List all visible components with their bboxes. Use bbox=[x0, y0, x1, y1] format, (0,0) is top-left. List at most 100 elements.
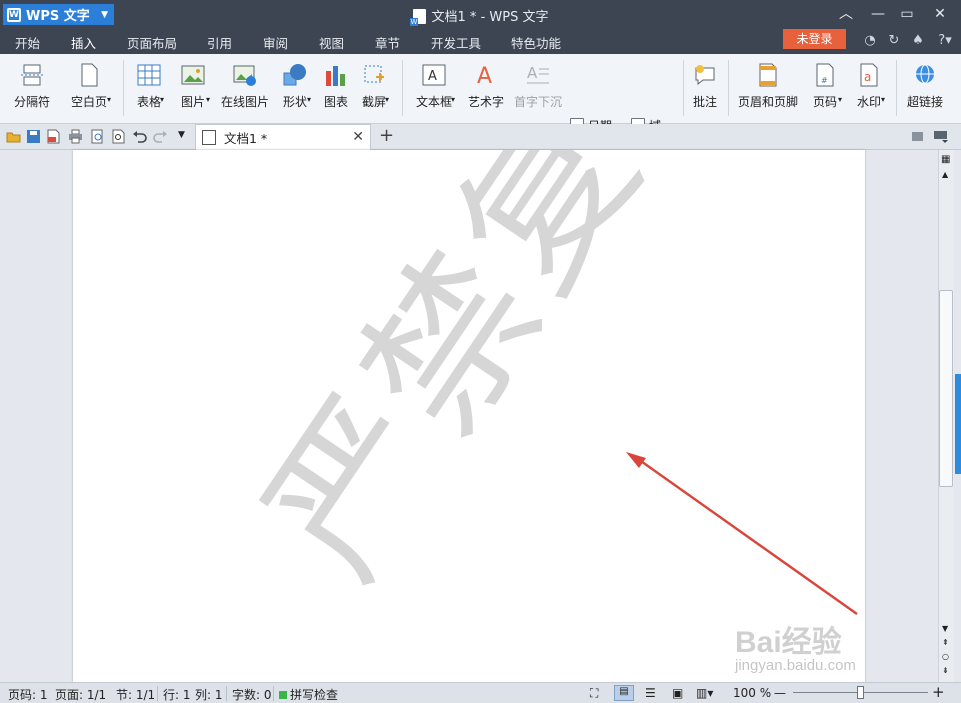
cloud-icon[interactable]: ◔ bbox=[862, 33, 878, 49]
print-preview-icon[interactable] bbox=[90, 129, 105, 144]
table-icon bbox=[137, 63, 161, 87]
status-column: 列: 1 bbox=[195, 688, 223, 702]
spell-check-toggle[interactable]: 拼写检查 bbox=[279, 686, 338, 703]
scrollbar-thumb[interactable] bbox=[939, 290, 953, 487]
zoom-level[interactable]: 100 % bbox=[733, 686, 771, 700]
blank-page-button[interactable]: 空白页 bbox=[64, 54, 114, 122]
tab-review[interactable]: 审阅 bbox=[263, 33, 288, 52]
scroll-down-icon[interactable]: ▼ bbox=[942, 624, 948, 633]
chevron-down-icon[interactable]: ▾ bbox=[881, 95, 885, 104]
ruler-toggle-icon[interactable]: ▦ bbox=[941, 154, 950, 165]
export-pdf-icon[interactable] bbox=[46, 129, 61, 144]
chevron-down-icon[interactable]: ▼ bbox=[178, 130, 185, 140]
tab-home[interactable]: 开始 bbox=[15, 33, 40, 52]
tab-special-features[interactable]: 特色功能 bbox=[511, 33, 561, 52]
header-footer-button[interactable]: 页眉和页脚 bbox=[736, 54, 800, 122]
chevron-down-icon[interactable]: ▾ bbox=[838, 95, 842, 104]
restore-doc-icon[interactable] bbox=[910, 129, 925, 144]
select-browse-icon[interactable]: ○ bbox=[942, 652, 949, 661]
prev-page-icon[interactable]: ⇞ bbox=[942, 638, 949, 647]
save-icon[interactable] bbox=[26, 129, 41, 144]
chevron-down-icon[interactable]: ▾ bbox=[385, 95, 389, 104]
drop-cap-icon: A bbox=[526, 63, 550, 87]
tab-insert[interactable]: 插入 bbox=[68, 33, 99, 58]
chevron-down-icon[interactable]: ▾ bbox=[107, 95, 111, 104]
close-tab-icon[interactable]: ✕ bbox=[352, 129, 364, 145]
preview-zoom-icon[interactable] bbox=[111, 129, 126, 144]
page-number-icon: # bbox=[813, 63, 837, 87]
side-panel-toggle[interactable] bbox=[955, 374, 961, 474]
window-title: 文档1 * - WPS 文字 bbox=[0, 6, 961, 26]
doc-menu-icon[interactable] bbox=[933, 129, 948, 144]
tab-view[interactable]: 视图 bbox=[319, 33, 344, 52]
table-label: 表格 bbox=[136, 95, 161, 109]
chevron-down-icon[interactable]: ▾ bbox=[206, 95, 210, 104]
picture-button[interactable]: 图片 bbox=[175, 54, 211, 122]
title-bar: W WPS 文字 ▼ 文档1 * - WPS 文字 ︿ — ▭ ✕ bbox=[0, 0, 961, 29]
word-art-button[interactable]: A 艺术字 bbox=[466, 54, 506, 122]
new-tab-button[interactable]: + bbox=[379, 125, 394, 146]
tab-references[interactable]: 引用 bbox=[207, 33, 232, 52]
sync-icon[interactable]: ↻ bbox=[886, 33, 902, 49]
ribbon-divider bbox=[683, 60, 684, 116]
reading-mode-icon[interactable]: ▥▾ bbox=[696, 686, 713, 700]
spell-check-label: 拼写检查 bbox=[290, 688, 339, 702]
chevron-down-icon[interactable]: ▾ bbox=[451, 95, 455, 104]
hyperlink-label: 超链接 bbox=[906, 95, 943, 109]
status-divider bbox=[226, 686, 227, 701]
watermark-label: 水印 bbox=[856, 95, 881, 109]
print-icon[interactable] bbox=[68, 129, 83, 144]
close-button[interactable]: ✕ bbox=[926, 4, 954, 24]
online-picture-button[interactable]: 在线图片 bbox=[219, 54, 271, 122]
help-icon[interactable]: ?▾ bbox=[934, 33, 956, 49]
ribbon-insert: 分隔符 空白页 表格 图片 在线图片 形状 图表 截屏 A 文本框 A 艺术字 … bbox=[0, 54, 961, 162]
zoom-in-icon[interactable]: + bbox=[932, 683, 945, 701]
status-word-count[interactable]: 字数: 0 bbox=[232, 686, 272, 703]
tab-section[interactable]: 章节 bbox=[375, 33, 400, 52]
ribbon-divider bbox=[402, 60, 403, 116]
section-break-button[interactable]: 分隔符 bbox=[8, 54, 56, 122]
maximize-button[interactable]: ▭ bbox=[893, 4, 921, 24]
status-line: 行: 1 bbox=[163, 688, 191, 702]
web-view-icon[interactable]: ▣ bbox=[672, 686, 683, 700]
chart-button[interactable]: 图表 bbox=[321, 54, 351, 122]
status-section: 节: 1/1 bbox=[116, 688, 156, 702]
shapes-label: 形状 bbox=[282, 95, 307, 109]
section-break-label: 分隔符 bbox=[13, 95, 50, 109]
open-folder-icon[interactable] bbox=[6, 129, 21, 144]
watermark-button[interactable]: a 水印 bbox=[850, 54, 888, 122]
screenshot-button[interactable]: 截屏 bbox=[356, 54, 392, 122]
fullscreen-icon[interactable]: ⛶ bbox=[590, 686, 598, 701]
login-button[interactable]: 未登录 bbox=[783, 29, 846, 49]
word-document-icon bbox=[202, 130, 216, 145]
text-box-label: 文本框 bbox=[415, 95, 452, 109]
undo-icon[interactable] bbox=[132, 129, 147, 144]
chevron-down-icon[interactable]: ▾ bbox=[307, 95, 311, 104]
hyperlink-button[interactable]: 超链接 bbox=[904, 54, 946, 122]
document-tab[interactable]: 文档1 * ✕ bbox=[195, 124, 371, 150]
table-button[interactable]: 表格 bbox=[131, 54, 167, 122]
page-number-label: 页码 bbox=[812, 95, 837, 109]
shapes-button[interactable]: 形状 bbox=[277, 54, 313, 122]
online-picture-icon bbox=[233, 63, 257, 87]
collapse-ribbon-icon[interactable]: ︿ bbox=[832, 4, 860, 24]
minimize-button[interactable]: — bbox=[864, 4, 892, 24]
outline-view-icon[interactable]: ☰ bbox=[645, 686, 656, 700]
tab-page-layout[interactable]: 页面布局 bbox=[127, 33, 177, 52]
redo-icon[interactable] bbox=[153, 129, 168, 144]
zoom-out-icon[interactable]: — bbox=[774, 686, 786, 700]
scroll-up-icon[interactable]: ▲ bbox=[942, 170, 948, 179]
svg-text:a: a bbox=[864, 70, 871, 84]
zoom-slider-handle[interactable] bbox=[857, 686, 864, 699]
picture-icon bbox=[181, 63, 205, 87]
next-page-icon[interactable]: ⇟ bbox=[942, 666, 949, 675]
tab-developer[interactable]: 开发工具 bbox=[431, 33, 481, 52]
comment-button[interactable]: 批注 bbox=[690, 54, 720, 122]
skin-icon[interactable]: ♠ bbox=[910, 33, 926, 49]
word-art-icon: A bbox=[474, 63, 498, 89]
document-page[interactable] bbox=[73, 150, 865, 682]
page-view-icon[interactable]: ▤ bbox=[614, 685, 634, 701]
text-box-button[interactable]: A 文本框 bbox=[410, 54, 458, 122]
page-number-button[interactable]: # 页码 bbox=[806, 54, 844, 122]
chevron-down-icon[interactable]: ▾ bbox=[160, 95, 164, 104]
